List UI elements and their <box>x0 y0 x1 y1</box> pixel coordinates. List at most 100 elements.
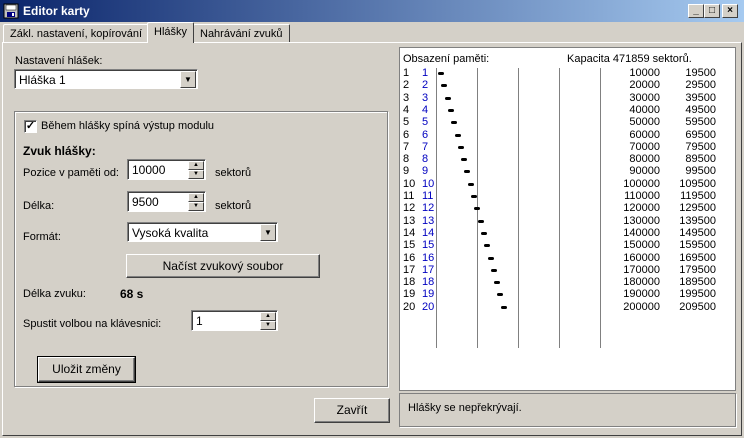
tab-recording[interactable]: Nahrávání zvuků <box>193 24 290 43</box>
memory-row: 17 17 170000 179500 <box>400 264 735 276</box>
settings-label: Nastavení hlášek: <box>15 55 103 67</box>
status-text: Hlášky se nepřekrývají. <box>408 402 522 414</box>
memory-usage-mark <box>477 219 484 223</box>
memory-row: 10 10 100000 109500 <box>400 178 735 190</box>
status-panel: Hlášky se nepřekrývají. <box>399 393 736 427</box>
row-end: 189500 <box>679 276 716 289</box>
load-sound-button[interactable]: Načíst zvukový soubor <box>126 254 320 278</box>
memory-row: 13 13 130000 139500 <box>400 215 735 227</box>
row-end: 119500 <box>680 190 716 202</box>
memory-usage-mark <box>494 281 501 285</box>
title-bar[interactable]: Editor karty _ □ × <box>0 0 744 22</box>
minimize-button[interactable]: _ <box>688 4 704 18</box>
message-index: 17 <box>422 263 435 276</box>
memory-usage-mark <box>500 305 507 309</box>
memory-row: 4 4 40000 49500 <box>400 104 735 116</box>
duration-label: Délka zvuku: <box>23 288 86 300</box>
maximize-button[interactable]: □ <box>704 4 720 18</box>
row-end: 59500 <box>685 116 716 129</box>
output-checkbox[interactable]: ✓ <box>24 120 37 133</box>
row-start: 180000 <box>623 276 660 289</box>
memory-row: 5 5 50000 59500 <box>400 116 735 128</box>
message-index: 19 <box>422 288 435 301</box>
chevron-down-icon[interactable]: ▼ <box>180 71 196 88</box>
row-end: 199500 <box>679 288 716 301</box>
close-button[interactable]: Zavřít <box>314 398 390 423</box>
message-index: 20 <box>422 300 435 313</box>
memory-usage-mark <box>451 121 458 125</box>
row-number: 9 <box>403 165 410 178</box>
row-number: 19 <box>403 288 416 301</box>
row-start: 10000 <box>629 67 660 79</box>
length-input[interactable]: 9500 ▲ ▼ <box>127 191 206 212</box>
message-index: 18 <box>422 276 435 289</box>
memory-row: 20 20 200000 209500 <box>400 301 735 313</box>
memory-row: 15 15 150000 159500 <box>400 239 735 251</box>
hotkey-spinner[interactable]: ▲ ▼ <box>260 312 276 331</box>
tab-messages[interactable]: Hlášky <box>147 22 195 43</box>
row-start: 50000 <box>629 116 660 129</box>
memory-usage-mark <box>471 195 477 198</box>
save-changes-button[interactable]: Uložit změny <box>37 356 136 383</box>
hotkey-value: 1 <box>196 314 203 328</box>
row-end: 79500 <box>685 140 716 153</box>
close-window-button[interactable]: × <box>722 4 738 18</box>
message-index: 16 <box>422 251 435 264</box>
row-number: 7 <box>403 140 410 153</box>
memory-usage-mark <box>441 84 448 88</box>
format-select-value: Vysoká kvalita <box>132 226 209 240</box>
tab-basic-settings[interactable]: Zákl. nastavení, kopírování <box>3 24 150 43</box>
settings-select[interactable]: Hláška 1 ▼ <box>14 69 198 89</box>
row-number: 12 <box>403 202 416 215</box>
row-start: 110000 <box>624 190 660 202</box>
chevron-down-icon[interactable]: ▼ <box>260 224 276 241</box>
row-start: 190000 <box>623 288 660 301</box>
row-start: 80000 <box>629 153 660 166</box>
memory-usage-mark <box>480 231 487 235</box>
row-number: 3 <box>403 91 410 104</box>
memory-row: 18 18 180000 189500 <box>400 276 735 288</box>
position-input[interactable]: 10000 ▲ ▼ <box>127 159 206 180</box>
row-end: 29500 <box>685 79 716 92</box>
check-icon: ✓ <box>24 120 37 133</box>
memory-row: 8 8 80000 89500 <box>400 153 735 165</box>
message-index: 7 <box>422 140 429 153</box>
row-start: 130000 <box>623 214 660 227</box>
row-end: 69500 <box>685 128 716 141</box>
row-end: 89500 <box>685 153 716 166</box>
message-index: 2 <box>422 79 429 92</box>
row-number: 14 <box>403 226 416 239</box>
row-start: 200000 <box>623 300 660 313</box>
position-label: Pozice v paměti od: <box>23 167 119 179</box>
sound-heading: Zvuk hlášky: <box>23 144 96 158</box>
message-index: 1 <box>422 67 429 79</box>
length-label: Délka: <box>23 200 55 212</box>
memory-panel: Obsazení paměti: Kapacita 471859 sektorů… <box>399 47 736 391</box>
message-index: 5 <box>422 116 429 129</box>
settings-select-value: Hláška 1 <box>19 73 66 87</box>
row-start: 30000 <box>629 91 660 104</box>
position-spinner[interactable]: ▲ ▼ <box>188 161 204 180</box>
message-index: 4 <box>422 103 429 116</box>
row-start: 40000 <box>629 103 660 116</box>
memory-usage-mark <box>447 108 454 112</box>
row-start: 160000 <box>623 251 660 264</box>
format-label: Formát: <box>23 231 61 243</box>
duration-value: 68 s <box>120 287 144 301</box>
row-number: 6 <box>403 128 410 141</box>
memory-row: 12 12 120000 129500 <box>400 202 735 214</box>
memory-row: 1 1 10000 19500 <box>400 67 735 79</box>
row-end: 129500 <box>679 202 716 215</box>
memory-usage-mark <box>487 256 494 260</box>
hotkey-input[interactable]: 1 ▲ ▼ <box>191 310 278 331</box>
row-number: 1 <box>403 67 410 79</box>
length-value: 9500 <box>132 195 159 209</box>
row-number: 11 <box>403 190 415 202</box>
length-spinner[interactable]: ▲ ▼ <box>188 193 204 212</box>
message-index: 15 <box>422 239 435 252</box>
row-start: 100000 <box>623 177 660 190</box>
format-select[interactable]: Vysoká kvalita ▼ <box>127 222 278 242</box>
row-number: 8 <box>403 153 410 166</box>
row-end: 19500 <box>685 67 716 79</box>
memory-usage-mark <box>497 293 504 297</box>
